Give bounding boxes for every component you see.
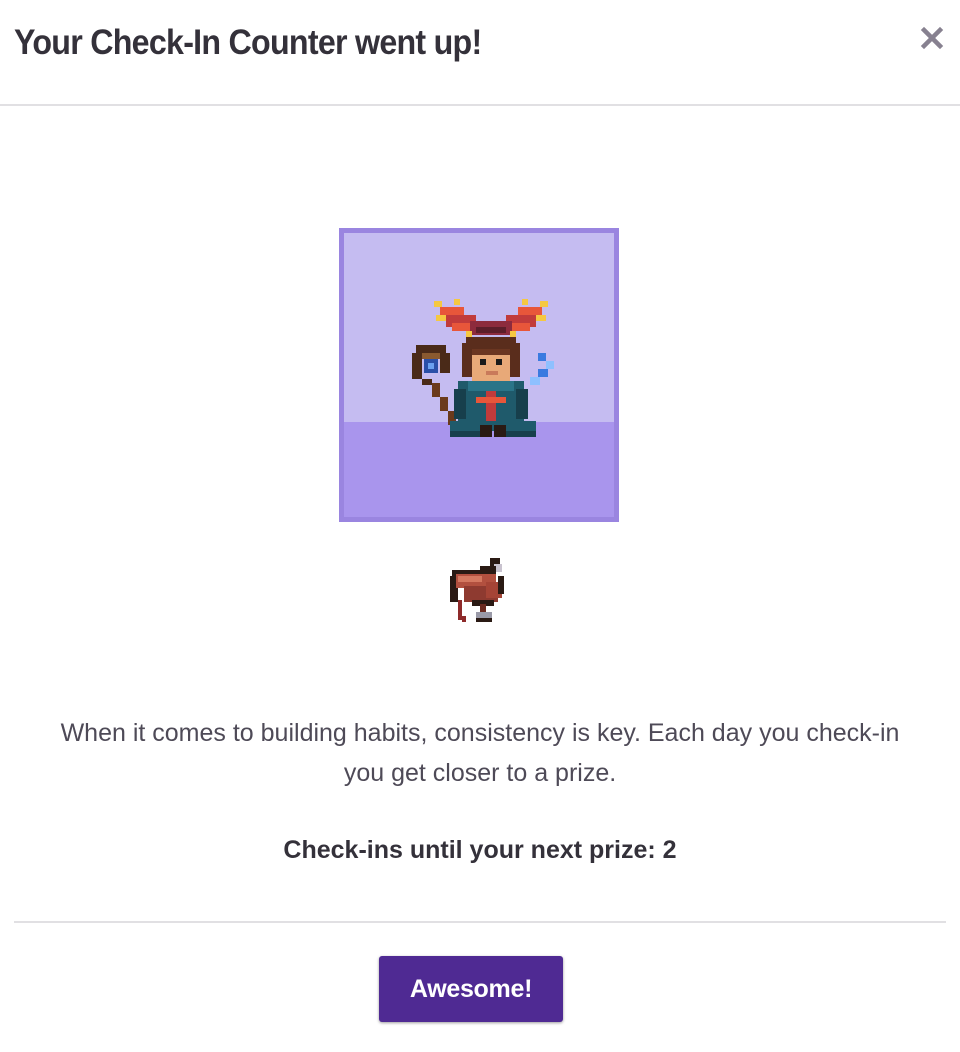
awesome-button[interactable]: Awesome! (379, 956, 563, 1022)
habit-message: When it comes to building habits, consis… (60, 719, 900, 787)
checkins-remaining: Check-ins until your next prize: 2 (283, 836, 677, 864)
close-button[interactable] (916, 22, 948, 54)
avatar-frame (339, 228, 619, 522)
footer-divider (14, 921, 946, 923)
check-in-modal: Your Check-In Counter went up! When it c… (0, 0, 960, 1052)
saddle-icon (450, 558, 504, 622)
wizard-avatar-sprite (412, 299, 554, 437)
modal-header: Your Check-In Counter went up! (0, 0, 960, 106)
modal-title: Your Check-In Counter went up! (14, 23, 482, 62)
close-icon (920, 26, 944, 50)
